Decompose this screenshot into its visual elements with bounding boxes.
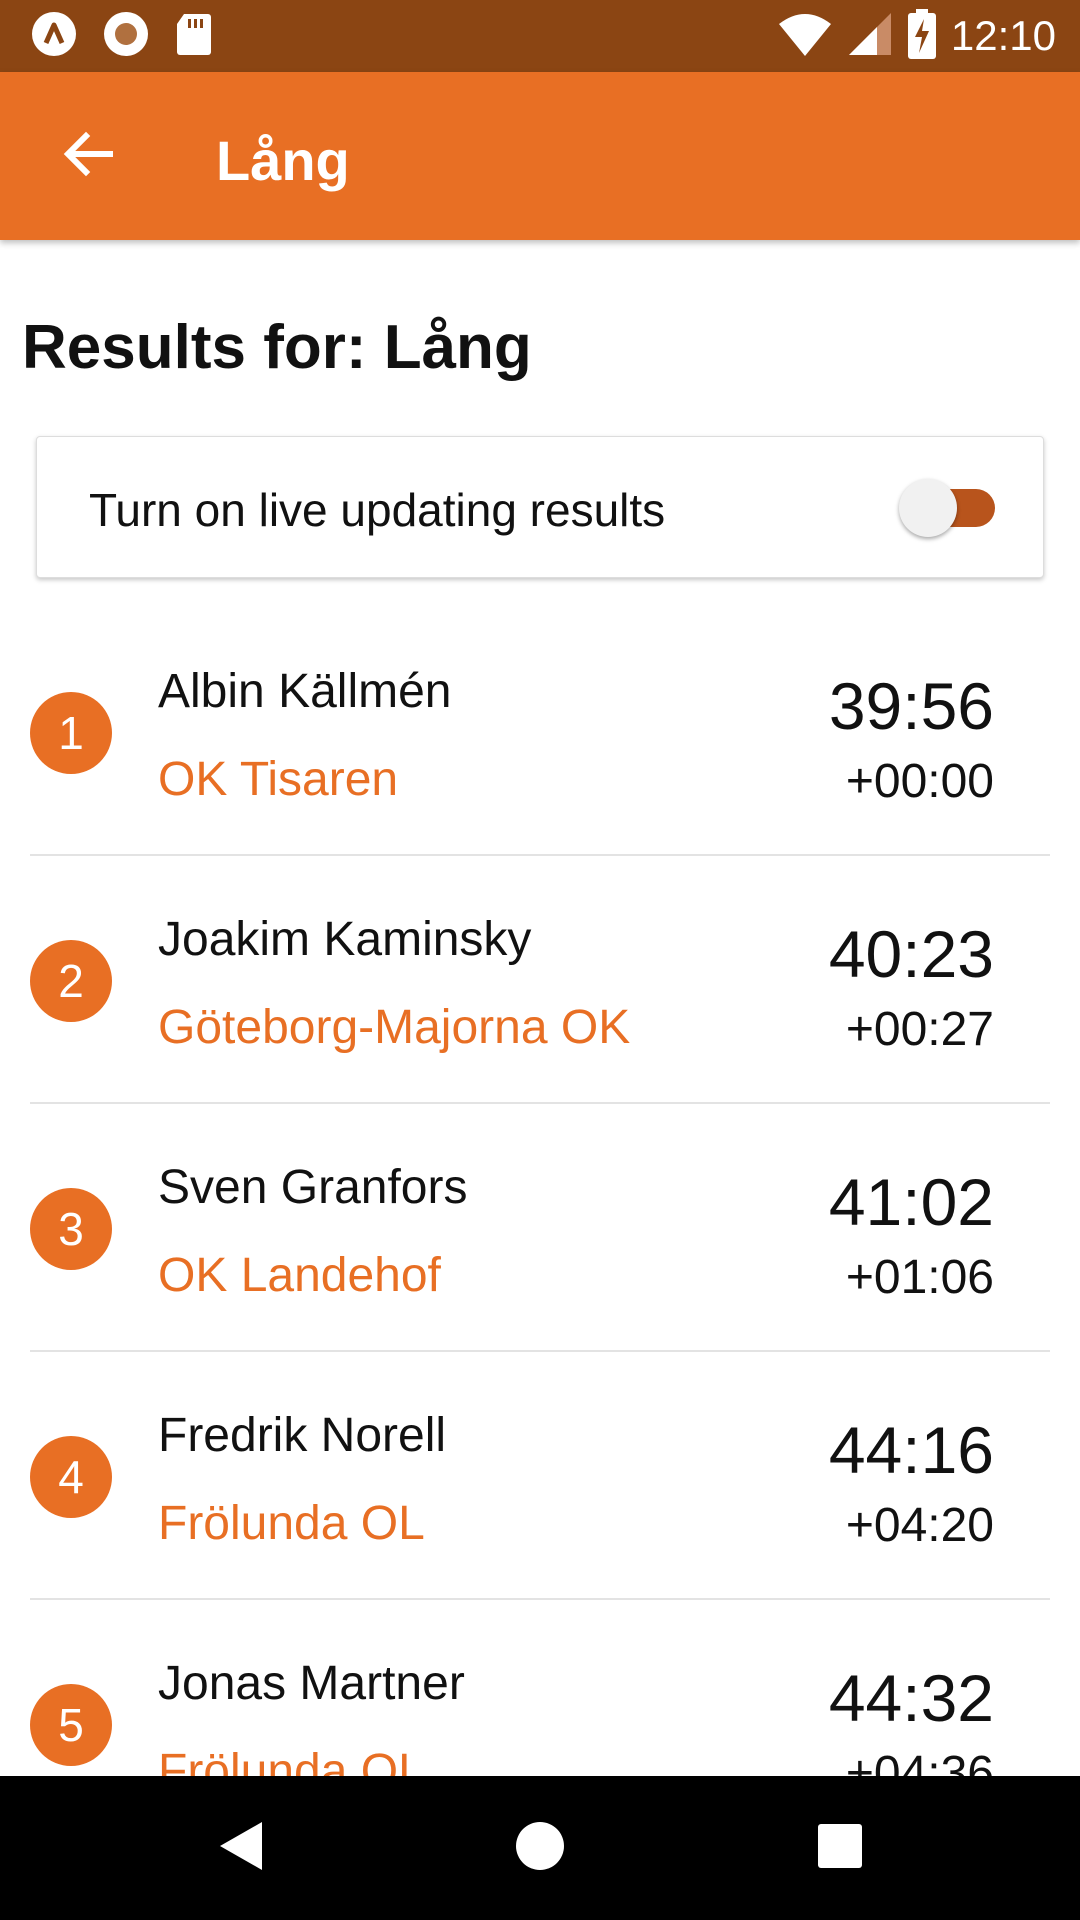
time-behind: +00:00 (845, 755, 994, 808)
finish-time: 44:16 (828, 1413, 994, 1487)
arrow-back-icon (60, 126, 116, 187)
finish-time: 41:02 (828, 1165, 994, 1239)
results-list: 1 Albin Källmén OK Tisaren 39:56 +00:00 … (0, 608, 1080, 1776)
club-name: Frölunda OL (158, 1745, 425, 1776)
time-behind: +04:20 (845, 1499, 994, 1552)
club-name: Göteborg-Majorna OK (158, 1001, 631, 1054)
club-name: OK Tisaren (158, 753, 399, 806)
runner-name: Albin Källmén (158, 665, 452, 718)
wifi-icon (777, 12, 833, 61)
nav-back-button[interactable] (204, 1812, 276, 1884)
live-updating-card: Turn on live updating results (36, 436, 1044, 578)
back-triangle-icon (214, 1818, 266, 1879)
runner-name: Fredrik Norell (158, 1409, 447, 1462)
rank-badge: 2 (30, 940, 112, 1022)
finish-time: 40:23 (828, 917, 994, 991)
finish-time: 39:56 (828, 669, 994, 743)
live-updating-label: Turn on live updating results (89, 484, 666, 536)
runner-name: Jonas Martner (158, 1657, 465, 1710)
runner-name: Sven Granfors (158, 1161, 468, 1214)
navigation-bar (0, 1776, 1080, 1920)
club-name: Frölunda OL (158, 1497, 425, 1550)
finish-time: 44:32 (828, 1661, 994, 1735)
live-updating-switch[interactable] (899, 477, 999, 537)
launcher-icon (30, 10, 78, 63)
clock: 12:10 (950, 12, 1056, 59)
back-button[interactable] (48, 116, 128, 196)
time-behind: +01:06 (845, 1251, 994, 1304)
result-row[interactable]: 3 Sven Granfors OK Landehof 41:02 +01:06 (0, 1104, 1080, 1352)
time-behind: +04:36 (845, 1747, 994, 1776)
app-bar-title: Lång (216, 129, 350, 192)
status-bar: 12:10 (0, 0, 1080, 72)
sd-card-icon (174, 10, 214, 63)
switch-thumb (899, 479, 957, 537)
runner-name: Joakim Kaminsky (158, 913, 532, 966)
nav-home-button[interactable] (504, 1812, 576, 1884)
battery-charging-icon (907, 8, 937, 64)
nav-recents-button[interactable] (804, 1812, 876, 1884)
recents-square-icon (816, 1822, 864, 1875)
app-bar: Lång (0, 72, 1080, 240)
club-name: OK Landehof (158, 1249, 441, 1302)
rank-badge: 5 (30, 1684, 112, 1766)
result-row[interactable]: 2 Joakim Kaminsky Göteborg-Majorna OK 40… (0, 856, 1080, 1104)
rank-badge: 3 (30, 1188, 112, 1270)
result-row[interactable]: 1 Albin Källmén OK Tisaren 39:56 +00:00 (0, 608, 1080, 856)
result-row[interactable]: 4 Fredrik Norell Frölunda OL 44:16 +04:2… (0, 1352, 1080, 1600)
result-row[interactable]: 5 Jonas Martner Frölunda OL 44:32 +04:36 (0, 1600, 1080, 1776)
signal-icon (847, 11, 893, 62)
record-icon (102, 10, 150, 63)
rank-badge: 4 (30, 1436, 112, 1518)
rank-badge: 1 (30, 692, 112, 774)
home-circle-icon (514, 1820, 566, 1877)
time-behind: +00:27 (845, 1003, 994, 1056)
page-title: Results for: Lång (22, 313, 532, 382)
